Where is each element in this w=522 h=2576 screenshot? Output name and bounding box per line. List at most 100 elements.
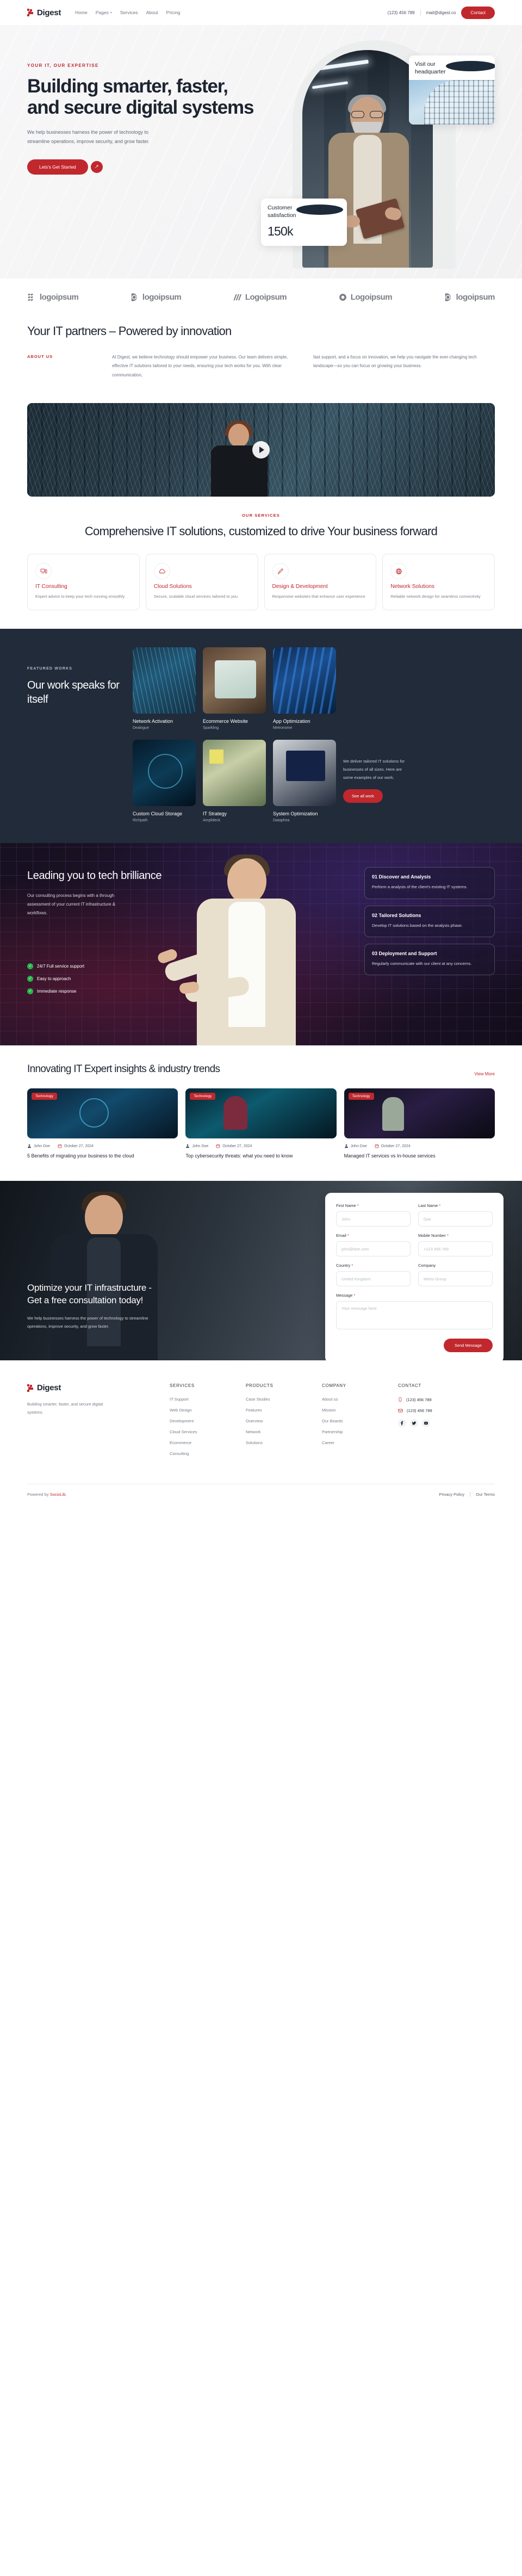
client-logo-label: logoipsum bbox=[40, 293, 79, 302]
service-desc: Reliable network design for seamless con… bbox=[390, 593, 481, 599]
privacy-policy-link[interactable]: Privacy Policy bbox=[439, 1492, 464, 1497]
footer-link[interactable]: IT Support bbox=[170, 1397, 246, 1402]
site-footer: Digest Building smarter, faster, and sec… bbox=[0, 1360, 522, 1506]
customer-satisfaction-card[interactable]: Customer satisfaction ↗ 150k bbox=[261, 199, 347, 246]
footer-logo[interactable]: Digest bbox=[27, 1383, 170, 1392]
step-card-discover[interactable]: 01 Discover and Analysis Perform a analy… bbox=[364, 867, 495, 899]
blog-thumbnail: Technology bbox=[344, 1088, 495, 1139]
step-card-deployment[interactable]: 03 Deployment and Support Regularly comm… bbox=[364, 943, 495, 976]
visit-headquarter-title: Visit our headquarter bbox=[415, 61, 446, 75]
footer-link[interactable]: Features bbox=[246, 1408, 322, 1413]
footer-email[interactable]: (123) 456 789 bbox=[398, 1408, 474, 1413]
footer-link[interactable]: Case Studies bbox=[246, 1397, 322, 1402]
country-input[interactable] bbox=[336, 1271, 411, 1287]
service-card-it-consulting[interactable]: IT Consulting Expert advice to keep your… bbox=[27, 554, 140, 611]
logoipsum-slash-icon bbox=[233, 294, 242, 301]
logoipsum-waves-icon bbox=[28, 293, 33, 301]
last-name-input[interactable] bbox=[418, 1211, 493, 1227]
about-heading: Your IT partners – Powered by innovation bbox=[27, 324, 232, 338]
blog-card[interactable]: Technology John Doe October 27, 2024 Man… bbox=[344, 1088, 495, 1160]
step-title: 02 Tailored Solutions bbox=[372, 912, 421, 918]
client-logo: logoipsum bbox=[130, 293, 182, 302]
work-thumbnail bbox=[273, 740, 336, 807]
nav-item-pages[interactable]: Pages ▾ bbox=[96, 10, 112, 15]
visit-headquarter-card[interactable]: Visit our headquarter ↗ bbox=[409, 55, 495, 125]
message-textarea[interactable] bbox=[336, 1301, 493, 1330]
footer-link[interactable]: Solutions bbox=[246, 1440, 322, 1445]
mobile-input[interactable] bbox=[418, 1241, 493, 1257]
blog-card[interactable]: Technology John Doe October 27, 2024 Top… bbox=[185, 1088, 337, 1160]
nav-item-services[interactable]: Services bbox=[120, 10, 138, 15]
footer-link[interactable]: Ecommerce bbox=[170, 1440, 246, 1445]
works-grid: Network Activation Dealogue Ecommerce We… bbox=[133, 647, 495, 822]
footer-link[interactable]: Career bbox=[322, 1440, 398, 1445]
footer-link[interactable]: Web Design bbox=[170, 1408, 246, 1413]
contact-button[interactable]: Contact bbox=[461, 6, 495, 19]
logoipsum-circle-icon bbox=[131, 293, 137, 301]
client-logo-label: logoipsum bbox=[142, 293, 182, 302]
arrow-up-right-icon[interactable]: ↗ bbox=[445, 61, 495, 71]
see-all-work-button[interactable]: See all work bbox=[343, 789, 383, 803]
footer-link[interactable]: Consulting bbox=[170, 1451, 246, 1456]
footer-link[interactable]: Network bbox=[246, 1429, 322, 1434]
view-more-link[interactable]: View More bbox=[474, 1072, 495, 1076]
list-item: ✓ 24/7 Full service support bbox=[27, 963, 163, 969]
nav-item-about[interactable]: About bbox=[146, 10, 158, 15]
send-message-button[interactable]: Send Message bbox=[443, 1339, 493, 1353]
footer-link[interactable]: Mission bbox=[322, 1408, 398, 1413]
arrow-up-right-icon[interactable]: ↗ bbox=[296, 205, 343, 215]
nav-item-home[interactable]: Home bbox=[75, 10, 88, 15]
work-client: Amplideck bbox=[203, 819, 221, 823]
work-item[interactable]: Custom Cloud Storage Richpath bbox=[133, 740, 196, 822]
email-input[interactable] bbox=[336, 1241, 411, 1257]
footer-link[interactable]: Our Boards bbox=[322, 1419, 398, 1423]
work-item[interactable]: App Optimization Metronome bbox=[273, 647, 336, 730]
contact-section: Optimize your IT infrastructure - Get a … bbox=[0, 1181, 522, 1361]
service-card-cloud-solutions[interactable]: Cloud Solutions Secure, scalable cloud s… bbox=[145, 554, 258, 611]
work-item[interactable]: Ecommerce Website Sparkling bbox=[203, 647, 266, 730]
service-title: Network Solutions bbox=[390, 583, 434, 590]
brand-name: Digest bbox=[37, 8, 61, 17]
company-input[interactable] bbox=[418, 1271, 493, 1287]
footer-link[interactable]: About us bbox=[322, 1397, 398, 1402]
service-title: IT Consulting bbox=[35, 583, 67, 590]
nav-item-pricing[interactable]: Pricing bbox=[166, 10, 181, 15]
hero-paragraph: We help businesses harness the power of … bbox=[27, 129, 150, 145]
footer-link[interactable]: Overview bbox=[246, 1419, 322, 1423]
required-marker: * bbox=[446, 1233, 449, 1239]
step-card-tailored[interactable]: 02 Tailored Solutions Develop IT solutio… bbox=[364, 905, 495, 937]
work-title: App Optimization bbox=[273, 719, 310, 725]
arrow-up-right-icon[interactable]: ↗ bbox=[90, 160, 103, 173]
blog-title: 5 Benefits of migrating your business to… bbox=[27, 1153, 134, 1159]
work-item[interactable]: Network Activation Dealogue bbox=[133, 647, 196, 730]
footer-link[interactable]: Cloud Services bbox=[170, 1429, 246, 1434]
client-logos-strip: logoipsum logoipsum Logoipsum Logoipsum … bbox=[0, 278, 522, 315]
first-name-input[interactable] bbox=[336, 1211, 411, 1227]
work-item[interactable]: IT Strategy Amplideck bbox=[203, 740, 266, 822]
youtube-icon[interactable] bbox=[422, 1419, 430, 1428]
service-card-network-solutions[interactable]: Network Solutions Reliable network desig… bbox=[382, 554, 495, 611]
play-button-icon[interactable] bbox=[252, 441, 270, 459]
message-label: Message * bbox=[336, 1293, 356, 1298]
facebook-icon[interactable] bbox=[398, 1419, 406, 1428]
required-marker: * bbox=[357, 1203, 359, 1209]
work-thumbnail bbox=[133, 740, 196, 807]
blog-author: John Doe bbox=[27, 1144, 50, 1148]
terms-link[interactable]: Our Terms bbox=[476, 1492, 495, 1497]
hero-copy: YOUR IT, OUR EXPERTISE Building smarter,… bbox=[27, 44, 261, 175]
nav-phone[interactable]: (123) 456 789 bbox=[388, 10, 415, 15]
nav-email[interactable]: mail@digest.co bbox=[426, 10, 456, 15]
service-card-design-development[interactable]: Design & Development Responsive websites… bbox=[264, 554, 377, 611]
get-started-button[interactable]: Lets's Get Started bbox=[27, 159, 88, 175]
footer-link[interactable]: Development bbox=[170, 1419, 246, 1423]
work-item[interactable]: System Optimization Dataphea bbox=[273, 740, 336, 822]
about-video[interactable] bbox=[27, 403, 495, 497]
brand-logo[interactable]: Digest bbox=[27, 8, 61, 17]
footer-column-products: PRODUCTS Case Studies Features Overview … bbox=[246, 1383, 322, 1462]
blog-card[interactable]: Technology John Doe October 27, 2024 5 B… bbox=[27, 1088, 178, 1160]
blog-heading: Innovating IT Expert insights & industry… bbox=[27, 1063, 220, 1075]
works-heading: Our work speaks for itself bbox=[27, 679, 120, 706]
footer-phone[interactable]: (123) 456 789 bbox=[398, 1397, 474, 1402]
footer-link[interactable]: Partnership bbox=[322, 1429, 398, 1434]
twitter-icon[interactable] bbox=[410, 1419, 418, 1428]
